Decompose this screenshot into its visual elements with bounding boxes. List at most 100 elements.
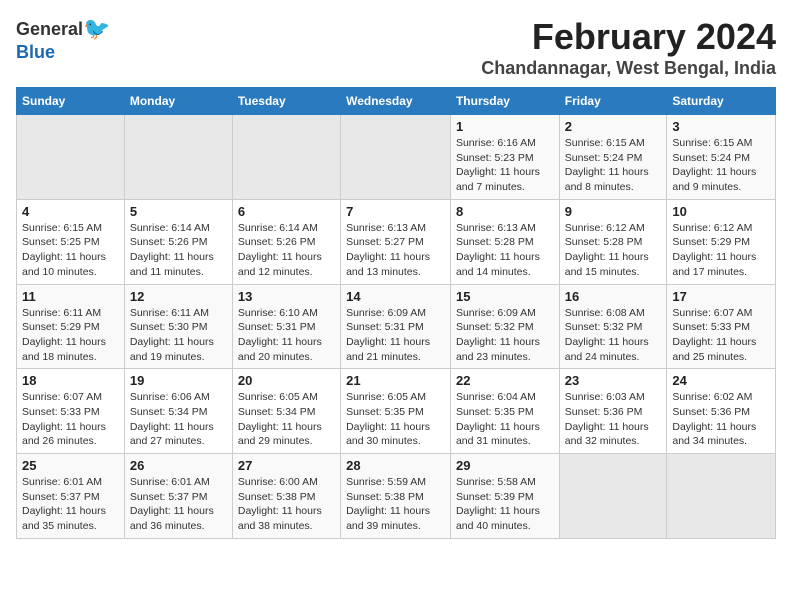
page-header: General 🐦 Blue February 2024 Chandannaga… — [16, 16, 776, 79]
day-cell: 27 Sunrise: 6:00 AMSunset: 5:38 PMDayligh… — [232, 454, 340, 539]
day-number: 6 — [238, 204, 335, 219]
day-cell — [17, 115, 125, 200]
day-cell: 20 Sunrise: 6:05 AMSunset: 5:34 PMDayligh… — [232, 369, 340, 454]
day-number: 13 — [238, 289, 335, 304]
day-info: Sunrise: 6:12 AMSunset: 5:29 PMDaylight:… — [672, 221, 770, 280]
day-number: 21 — [346, 373, 445, 388]
logo: General 🐦 Blue — [16, 16, 110, 63]
day-number: 8 — [456, 204, 554, 219]
day-number: 26 — [130, 458, 227, 473]
day-number: 16 — [565, 289, 662, 304]
day-info: Sunrise: 6:07 AMSunset: 5:33 PMDaylight:… — [22, 390, 119, 449]
day-cell: 24Sunrise: 6:02 AMSunset: 5:36 PMDayligh… — [667, 369, 776, 454]
day-cell — [559, 454, 667, 539]
day-cell: 11 Sunrise: 6:11 AMSunset: 5:29 PMDayligh… — [17, 284, 125, 369]
day-cell: 12Sunrise: 6:11 AMSunset: 5:30 PMDayligh… — [124, 284, 232, 369]
day-number: 5 — [130, 204, 227, 219]
day-number: 17 — [672, 289, 770, 304]
column-header-tuesday: Tuesday — [232, 88, 340, 115]
column-header-thursday: Thursday — [450, 88, 559, 115]
day-info: Sunrise: 6:02 AMSunset: 5:36 PMDaylight:… — [672, 390, 770, 449]
day-info: Sunrise: 6:15 AMSunset: 5:25 PMDaylight:… — [22, 221, 119, 280]
logo-bird-icon: 🐦 — [83, 16, 110, 42]
day-info: Sunrise: 6:14 AMSunset: 5:26 PMDaylight:… — [238, 221, 335, 280]
day-cell: 19Sunrise: 6:06 AMSunset: 5:34 PMDayligh… — [124, 369, 232, 454]
day-info: Sunrise: 6:00 AMSunset: 5:38 PMDaylight:… — [238, 475, 335, 534]
day-cell: 6 Sunrise: 6:14 AMSunset: 5:26 PMDaylight… — [232, 199, 340, 284]
day-info: Sunrise: 5:59 AMSunset: 5:38 PMDaylight:… — [346, 475, 445, 534]
day-info: Sunrise: 6:12 AMSunset: 5:28 PMDaylight:… — [565, 221, 662, 280]
day-cell: 26 Sunrise: 6:01 AMSunset: 5:37 PMDayligh… — [124, 454, 232, 539]
day-info: Sunrise: 5:58 AMSunset: 5:39 PMDaylight:… — [456, 475, 554, 534]
day-info: Sunrise: 6:04 AMSunset: 5:35 PMDaylight:… — [456, 390, 554, 449]
day-number: 3 — [672, 119, 770, 134]
calendar-table: SundayMondayTuesdayWednesdayThursdayFrid… — [16, 87, 776, 539]
day-number: 25 — [22, 458, 119, 473]
day-info: Sunrise: 6:09 AMSunset: 5:31 PMDaylight:… — [346, 306, 445, 365]
day-cell: 2 Sunrise: 6:15 AMSunset: 5:24 PMDaylight… — [559, 115, 667, 200]
day-number: 29 — [456, 458, 554, 473]
day-cell: 22 Sunrise: 6:04 AMSunset: 5:35 PMDayligh… — [450, 369, 559, 454]
day-number: 28 — [346, 458, 445, 473]
logo-blue: Blue — [16, 42, 55, 63]
day-number: 27 — [238, 458, 335, 473]
week-row-3: 11 Sunrise: 6:11 AMSunset: 5:29 PMDayligh… — [17, 284, 776, 369]
day-number: 18 — [22, 373, 119, 388]
title-area: February 2024 Chandannagar, West Bengal,… — [481, 16, 776, 79]
week-row-5: 25 Sunrise: 6:01 AMSunset: 5:37 PMDayligh… — [17, 454, 776, 539]
day-info: Sunrise: 6:01 AMSunset: 5:37 PMDaylight:… — [22, 475, 119, 534]
day-cell: 3 Sunrise: 6:15 AMSunset: 5:24 PMDaylight… — [667, 115, 776, 200]
column-header-sunday: Sunday — [17, 88, 125, 115]
day-cell: 1Sunrise: 6:16 AMSunset: 5:23 PMDaylight… — [450, 115, 559, 200]
day-info: Sunrise: 6:03 AMSunset: 5:36 PMDaylight:… — [565, 390, 662, 449]
day-cell — [232, 115, 340, 200]
day-number: 4 — [22, 204, 119, 219]
column-header-monday: Monday — [124, 88, 232, 115]
day-cell: 13 Sunrise: 6:10 AMSunset: 5:31 PMDayligh… — [232, 284, 340, 369]
day-cell: 25 Sunrise: 6:01 AMSunset: 5:37 PMDayligh… — [17, 454, 125, 539]
column-header-saturday: Saturday — [667, 88, 776, 115]
week-row-1: 1Sunrise: 6:16 AMSunset: 5:23 PMDaylight… — [17, 115, 776, 200]
day-cell: 8Sunrise: 6:13 AMSunset: 5:28 PMDaylight… — [450, 199, 559, 284]
day-info: Sunrise: 6:11 AMSunset: 5:29 PMDaylight:… — [22, 306, 119, 365]
day-number: 20 — [238, 373, 335, 388]
day-number: 15 — [456, 289, 554, 304]
day-number: 23 — [565, 373, 662, 388]
day-cell: 29 Sunrise: 5:58 AMSunset: 5:39 PMDayligh… — [450, 454, 559, 539]
day-number: 19 — [130, 373, 227, 388]
day-number: 11 — [22, 289, 119, 304]
day-info: Sunrise: 6:07 AMSunset: 5:33 PMDaylight:… — [672, 306, 770, 365]
day-cell: 15 Sunrise: 6:09 AMSunset: 5:32 PMDayligh… — [450, 284, 559, 369]
day-cell: 17 Sunrise: 6:07 AMSunset: 5:33 PMDayligh… — [667, 284, 776, 369]
day-info: Sunrise: 6:05 AMSunset: 5:34 PMDaylight:… — [238, 390, 335, 449]
day-number: 14 — [346, 289, 445, 304]
day-info: Sunrise: 6:13 AMSunset: 5:27 PMDaylight:… — [346, 221, 445, 280]
day-cell: 18 Sunrise: 6:07 AMSunset: 5:33 PMDayligh… — [17, 369, 125, 454]
day-cell: 23 Sunrise: 6:03 AMSunset: 5:36 PMDayligh… — [559, 369, 667, 454]
week-row-4: 18 Sunrise: 6:07 AMSunset: 5:33 PMDayligh… — [17, 369, 776, 454]
day-number: 22 — [456, 373, 554, 388]
day-info: Sunrise: 6:10 AMSunset: 5:31 PMDaylight:… — [238, 306, 335, 365]
day-info: Sunrise: 6:15 AMSunset: 5:24 PMDaylight:… — [565, 136, 662, 195]
day-number: 10 — [672, 204, 770, 219]
day-info: Sunrise: 6:01 AMSunset: 5:37 PMDaylight:… — [130, 475, 227, 534]
week-row-2: 4 Sunrise: 6:15 AMSunset: 5:25 PMDaylight… — [17, 199, 776, 284]
day-cell: 28 Sunrise: 5:59 AMSunset: 5:38 PMDayligh… — [341, 454, 451, 539]
day-info: Sunrise: 6:08 AMSunset: 5:32 PMDaylight:… — [565, 306, 662, 365]
day-info: Sunrise: 6:09 AMSunset: 5:32 PMDaylight:… — [456, 306, 554, 365]
column-header-wednesday: Wednesday — [341, 88, 451, 115]
day-info: Sunrise: 6:15 AMSunset: 5:24 PMDaylight:… — [672, 136, 770, 195]
header-row: SundayMondayTuesdayWednesdayThursdayFrid… — [17, 88, 776, 115]
day-cell: 16 Sunrise: 6:08 AMSunset: 5:32 PMDayligh… — [559, 284, 667, 369]
day-cell: 9 Sunrise: 6:12 AMSunset: 5:28 PMDaylight… — [559, 199, 667, 284]
logo-general: General — [16, 19, 83, 40]
day-cell — [124, 115, 232, 200]
day-cell — [341, 115, 451, 200]
day-cell: 5 Sunrise: 6:14 AMSunset: 5:26 PMDaylight… — [124, 199, 232, 284]
day-info: Sunrise: 6:14 AMSunset: 5:26 PMDaylight:… — [130, 221, 227, 280]
day-cell: 4 Sunrise: 6:15 AMSunset: 5:25 PMDaylight… — [17, 199, 125, 284]
day-number: 12 — [130, 289, 227, 304]
day-number: 2 — [565, 119, 662, 134]
day-number: 9 — [565, 204, 662, 219]
day-info: Sunrise: 6:16 AMSunset: 5:23 PMDaylight:… — [456, 136, 554, 195]
